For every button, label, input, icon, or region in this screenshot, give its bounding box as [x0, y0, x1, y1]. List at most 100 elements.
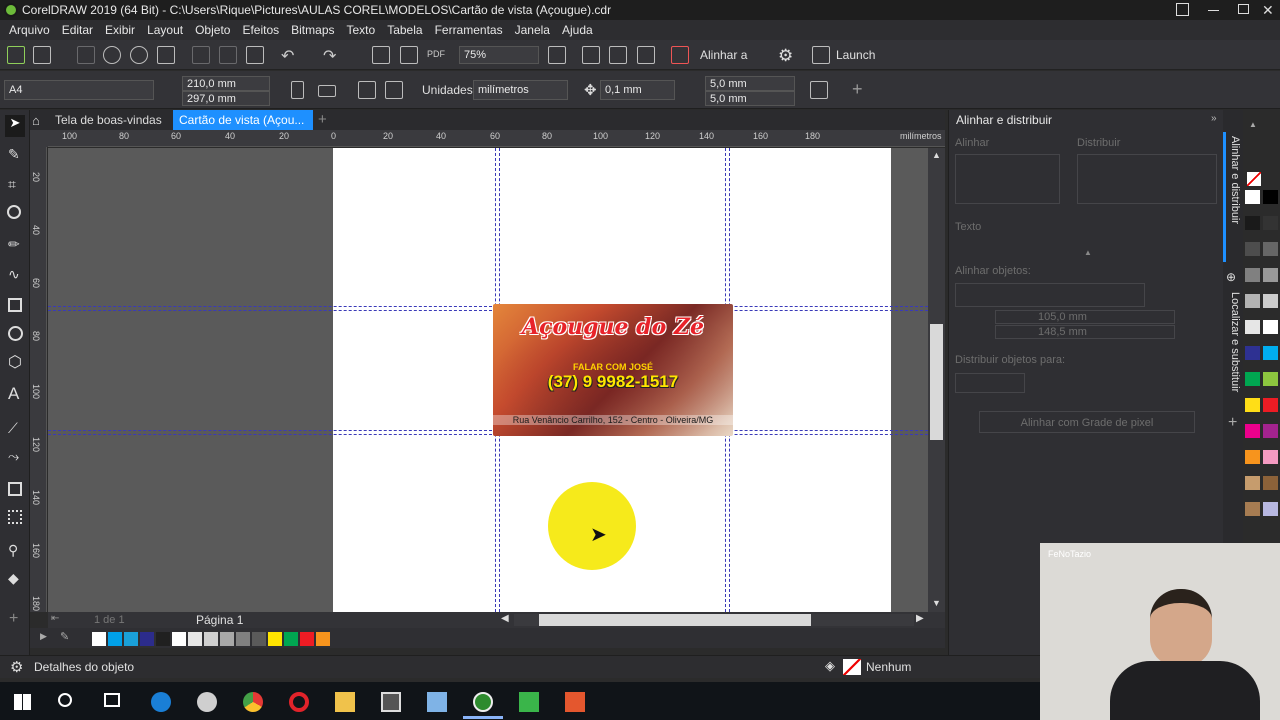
guide-horizontal[interactable] — [48, 306, 928, 307]
color-swatch[interactable] — [1245, 424, 1260, 438]
app-icon-generic[interactable] — [197, 692, 217, 712]
full-screen-icon[interactable] — [548, 46, 566, 64]
color-swatch[interactable] — [1245, 190, 1260, 204]
align-to-dropdown[interactable]: Alinhar a — [700, 48, 747, 62]
minimize-button[interactable] — [1208, 10, 1219, 11]
landscape-icon[interactable] — [318, 85, 336, 97]
opera-icon[interactable] — [289, 692, 309, 712]
color-swatch[interactable] — [124, 632, 138, 646]
file-explorer-icon[interactable] — [335, 692, 355, 712]
menu-bitmaps[interactable]: Bitmaps — [291, 23, 334, 37]
ruler-corner[interactable] — [30, 130, 48, 147]
nudge-distance-field[interactable]: 0,1 mm — [600, 80, 675, 100]
menu-exibir[interactable]: Exibir — [105, 23, 135, 37]
color-swatch[interactable] — [1263, 242, 1278, 256]
redo-icon[interactable]: ↷ — [323, 46, 336, 66]
portrait-icon[interactable] — [291, 81, 304, 99]
polygon-tool-icon[interactable]: ⬡ — [8, 352, 22, 372]
menu-arquivo[interactable]: Arquivo — [9, 23, 50, 37]
color-swatch[interactable] — [1245, 476, 1260, 490]
scroll-up-icon[interactable]: ▲ — [932, 150, 941, 160]
zoom-level-field[interactable]: 75% — [459, 46, 539, 64]
palette-eyedropper-icon[interactable]: ✎ — [60, 630, 69, 643]
tab-welcome[interactable]: Tela de boas-vindas — [49, 110, 172, 130]
color-swatch[interactable] — [1245, 320, 1260, 334]
menu-ajuda[interactable]: Ajuda — [562, 23, 593, 37]
shape-tool-icon[interactable]: ✎ — [8, 146, 20, 163]
guide-horizontal[interactable] — [48, 434, 928, 435]
tab-find-replace[interactable]: Localizar e substituir — [1225, 292, 1241, 392]
vertical-scrollbar[interactable]: ▲ ▼ — [928, 148, 945, 612]
page-1-tab[interactable]: Página 1 — [196, 613, 243, 627]
object-details-label[interactable]: Detalhes do objeto — [34, 660, 134, 674]
color-swatch[interactable] — [156, 632, 170, 646]
color-swatch[interactable] — [284, 632, 298, 646]
color-swatch[interactable] — [1245, 398, 1260, 412]
zoom-tool-icon[interactable] — [7, 205, 21, 219]
menu-texto[interactable]: Texto — [347, 23, 376, 37]
color-swatch[interactable] — [1263, 450, 1278, 464]
color-swatch[interactable] — [220, 632, 234, 646]
text-tool-icon[interactable]: A — [8, 384, 19, 404]
print-icon[interactable] — [157, 46, 175, 64]
color-swatch[interactable] — [1263, 268, 1278, 282]
notepad-icon[interactable] — [427, 692, 447, 712]
color-swatch[interactable] — [268, 632, 282, 646]
no-color-swatch[interactable] — [1247, 172, 1261, 186]
bleed-icon[interactable] — [810, 81, 828, 99]
color-swatch[interactable] — [252, 632, 266, 646]
color-swatch[interactable] — [1263, 216, 1278, 230]
show-guides-icon[interactable] — [637, 46, 655, 64]
page-first-icon[interactable]: ⇤ — [51, 613, 59, 624]
eyedropper-tool-icon[interactable]: ⚲ — [8, 542, 18, 559]
interactive-fill-icon[interactable]: ◆ — [8, 570, 19, 587]
color-swatch[interactable] — [1245, 346, 1260, 360]
menu-efeitos[interactable]: Efeitos — [242, 23, 279, 37]
save-icon[interactable] — [77, 46, 95, 64]
business-card-image[interactable]: Açougue do Zé FALAR COM JOSÉ (37) 9 9982… — [493, 304, 733, 436]
show-grid-icon[interactable] — [609, 46, 627, 64]
user-icon[interactable] — [1176, 3, 1189, 16]
transparency-tool-icon[interactable] — [8, 510, 22, 524]
y-position-field[interactable]: 148,5 mm — [995, 325, 1175, 339]
windows-start-icon[interactable] — [14, 694, 31, 710]
vertical-scroll-thumb[interactable] — [930, 324, 943, 440]
units-select[interactable]: milímetros — [473, 80, 568, 100]
pick-tool-icon[interactable]: ➤ — [5, 115, 25, 137]
upload-cloud-icon[interactable] — [130, 46, 148, 64]
artistic-media-icon[interactable]: ∿ — [8, 266, 20, 283]
import-icon[interactable] — [372, 46, 390, 64]
close-button[interactable]: ✕ — [1262, 0, 1276, 20]
color-swatch[interactable] — [236, 632, 250, 646]
drawing-canvas[interactable]: Açougue do Zé FALAR COM JOSÉ (37) 9 9982… — [48, 148, 928, 612]
color-swatch[interactable] — [172, 632, 186, 646]
freehand-tool-icon[interactable]: ✏ — [8, 236, 20, 253]
parallel-dimension-icon[interactable]: ⟋ — [8, 420, 18, 437]
docker-expand-icon[interactable]: » — [1211, 113, 1217, 124]
undo-icon[interactable]: ↶ — [281, 46, 294, 66]
scroll-right-icon[interactable]: ▶ — [916, 613, 924, 624]
drop-shadow-icon[interactable] — [8, 482, 22, 496]
settings-gear-icon[interactable]: ⚙ — [778, 46, 793, 66]
color-swatch[interactable] — [1263, 502, 1278, 516]
menu-janela[interactable]: Janela — [515, 23, 550, 37]
import-cloud-icon[interactable] — [103, 46, 121, 64]
horizontal-scrollbar[interactable] — [514, 614, 914, 626]
color-swatch[interactable] — [1245, 502, 1260, 516]
home-icon[interactable]: ⌂ — [32, 113, 40, 128]
color-swatch[interactable] — [1245, 242, 1260, 256]
menu-editar[interactable]: Editar — [62, 23, 93, 37]
add-tool-icon[interactable]: + — [9, 610, 18, 628]
ellipse-tool-icon[interactable] — [8, 326, 23, 341]
tab-document[interactable]: Cartão de vista (Açou... — [173, 110, 313, 130]
color-swatch[interactable] — [1263, 190, 1278, 204]
copy-icon[interactable] — [219, 46, 237, 64]
search-icon[interactable] — [58, 693, 72, 707]
color-swatch[interactable] — [1263, 372, 1278, 386]
color-swatch[interactable] — [1245, 216, 1260, 230]
restore-button[interactable] — [1238, 4, 1249, 14]
add-docker-icon[interactable]: + — [1228, 414, 1237, 432]
page-height-field[interactable]: 297,0 mm — [182, 91, 270, 106]
edge-icon[interactable] — [151, 692, 171, 712]
menu-ferramentas[interactable]: Ferramentas — [435, 23, 503, 37]
